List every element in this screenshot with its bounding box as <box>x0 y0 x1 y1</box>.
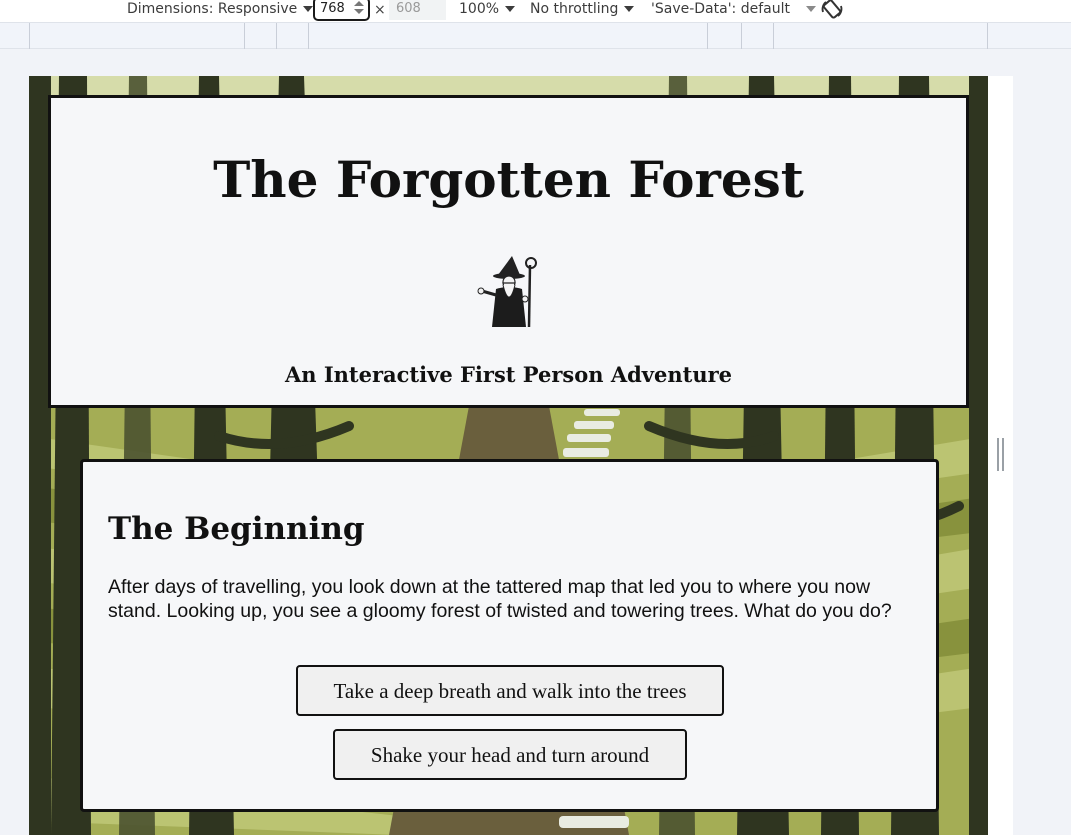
page-title: The Forgotten Forest <box>213 150 804 209</box>
ruler-divider <box>276 23 277 49</box>
width-value: 768 <box>320 1 345 16</box>
ruler-divider <box>741 23 742 49</box>
throttling-label: No throttling <box>530 1 619 17</box>
page-subtitle: An Interactive First Person Adventure <box>284 362 733 387</box>
chapter-heading: The Beginning <box>108 511 365 547</box>
ruler-divider <box>29 23 30 49</box>
ruler-divider <box>707 23 708 49</box>
choice-turn-around-button[interactable]: Shake your head and turn around <box>333 729 687 780</box>
times-symbol: × <box>374 2 386 18</box>
throttling-dropdown[interactable]: No throttling <box>530 0 635 20</box>
dimensions-label: Dimensions: Responsive <box>127 1 298 17</box>
ruler-divider <box>773 23 774 49</box>
chevron-down-icon <box>505 6 516 12</box>
save-data-dropdown[interactable]: 'Save-Data': default <box>651 0 816 20</box>
ruler-divider <box>244 23 245 49</box>
dimensions-dropdown[interactable]: Dimensions: Responsive <box>127 0 314 20</box>
wizard-icon <box>477 256 537 328</box>
media-query-ruler[interactable] <box>0 22 1071 49</box>
chevron-down-icon <box>805 6 816 12</box>
story-text: After days of travelling, you look down … <box>108 576 892 622</box>
rotate-icon[interactable] <box>820 0 844 20</box>
story-card: The Beginning After days of travelling, … <box>80 459 939 812</box>
ruler-divider <box>987 23 988 49</box>
site-header: The Forgotten Forest An Interactive Firs… <box>48 95 969 408</box>
ruler-divider <box>308 23 309 49</box>
page-viewport: The Forgotten Forest An Interactive Firs… <box>29 76 988 835</box>
chevron-down-icon <box>624 6 635 12</box>
save-data-label: 'Save-Data': default <box>651 1 790 17</box>
zoom-label: 100% <box>459 1 500 17</box>
width-input[interactable]: 768 <box>313 0 370 21</box>
height-input[interactable]: 608 <box>389 0 446 20</box>
devtools-device-toolbar: Dimensions: Responsive 768 × 608 100% No… <box>0 0 1071 22</box>
resize-handle-icon[interactable] <box>997 438 1004 471</box>
zoom-dropdown[interactable]: 100% <box>459 0 516 20</box>
spinner-icon[interactable] <box>354 1 364 17</box>
height-value: 608 <box>396 1 421 16</box>
choice-walk-into-trees-button[interactable]: Take a deep breath and walk into the tre… <box>296 665 724 716</box>
chevron-down-icon <box>303 6 314 12</box>
